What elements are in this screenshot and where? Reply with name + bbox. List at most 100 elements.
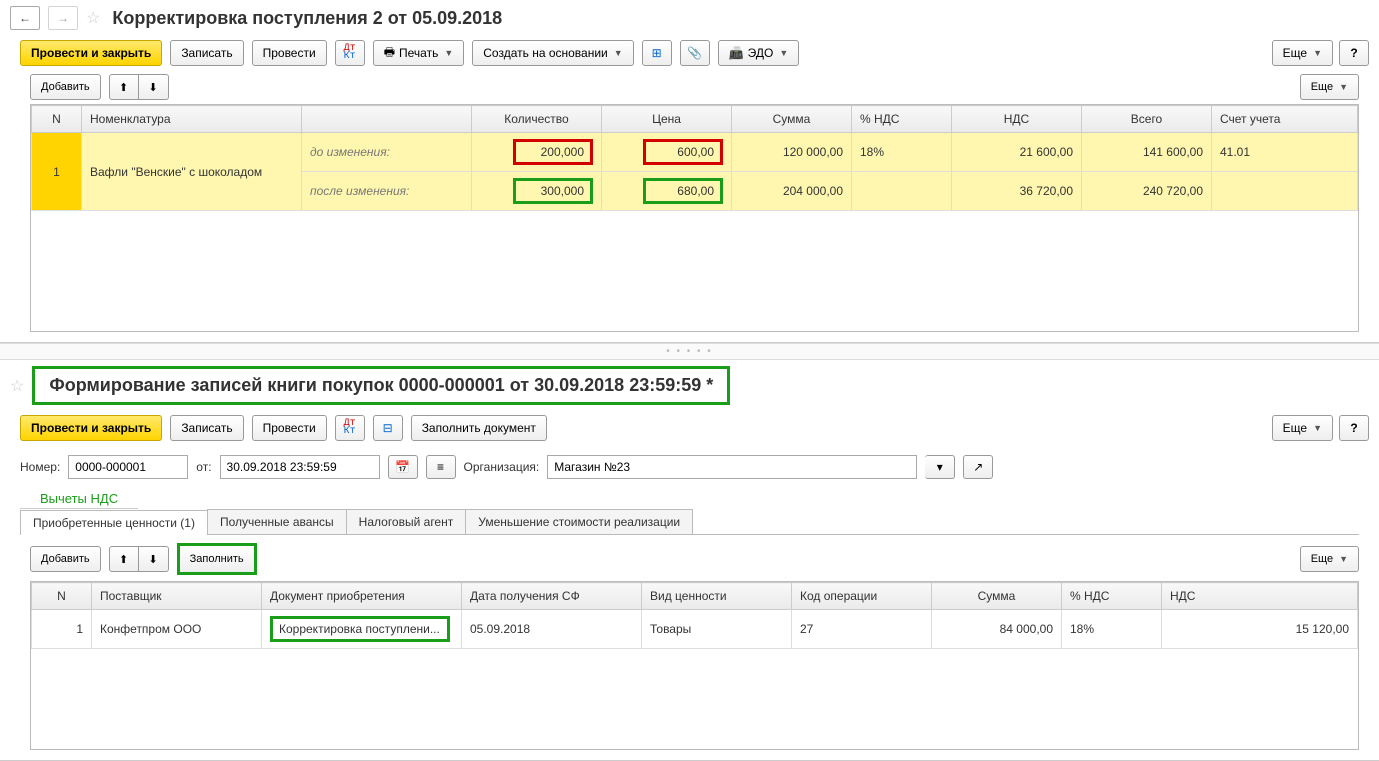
add-row-button[interactable]: Добавить (30, 74, 101, 100)
dtkt-button[interactable]: ДтКт (335, 415, 365, 441)
col-vat[interactable]: НДС (952, 106, 1082, 133)
move-down-button[interactable]: ⬇ (139, 74, 169, 100)
col-label (302, 106, 472, 133)
col-price[interactable]: Цена (602, 106, 732, 133)
col-nomen[interactable]: Номенклатура (82, 106, 302, 133)
col-account[interactable]: Счет учета (1212, 106, 1358, 133)
tab-advances[interactable]: Полученные авансы (207, 509, 347, 534)
nav-back-button[interactable]: ← (10, 6, 40, 30)
org-label: Организация: (464, 460, 540, 474)
cell-vatpct: 18% (1062, 610, 1162, 649)
main-toolbar: Провести и закрыть Записать Провести ДтК… (0, 411, 1379, 449)
more-button[interactable]: Еще ▼ (1272, 415, 1333, 441)
col-sum[interactable]: Сумма (932, 583, 1062, 610)
title-bar: ☆ Формирование записей книги покупок 000… (0, 360, 1379, 411)
more-button[interactable]: Еще ▼ (1272, 40, 1333, 66)
tab-acquired[interactable]: Приобретенные ценности (1) (20, 510, 208, 535)
calendar-button[interactable] (388, 455, 418, 479)
col-supplier[interactable]: Поставщик (92, 583, 262, 610)
print-label: Печать (399, 46, 438, 60)
tabs: Приобретенные ценности (1) Полученные ав… (20, 509, 1359, 535)
tab-decrease[interactable]: Уменьшение стоимости реализации (465, 509, 693, 534)
chevron-down-icon: ▼ (1339, 554, 1348, 564)
table-more-button[interactable]: Еще ▼ (1300, 74, 1359, 100)
document-title: Корректировка поступления 2 от 05.09.201… (112, 8, 502, 29)
date-label: от: (196, 460, 211, 474)
help-button[interactable]: ? (1339, 40, 1369, 66)
print-button[interactable]: Печать ▼ (373, 40, 465, 66)
top-document: ← → ☆ Корректировка поступления 2 от 05.… (0, 0, 1379, 343)
number-field[interactable] (68, 455, 188, 479)
more-label: Еще (1283, 46, 1307, 60)
fill-button[interactable]: Заполнить (180, 546, 254, 572)
cell-before-sum: 120 000,00 (732, 133, 852, 172)
col-qty[interactable]: Количество (472, 106, 602, 133)
col-sfdate[interactable]: Дата получения СФ (462, 583, 642, 610)
dtkt-button[interactable]: ДтКт (335, 40, 365, 66)
col-sum[interactable]: Сумма (732, 106, 852, 133)
col-doc[interactable]: Документ приобретения (262, 583, 462, 610)
items-table: N Номенклатура Количество Цена Сумма % Н… (30, 104, 1359, 332)
col-vatpct[interactable]: % НДС (852, 106, 952, 133)
favorite-star-icon[interactable]: ☆ (10, 376, 24, 396)
col-total[interactable]: Всего (1082, 106, 1212, 133)
cell-before-label: до изменения: (302, 133, 472, 172)
cell-before-total: 141 600,00 (1082, 133, 1212, 172)
cell-after-vat: 36 720,00 (952, 172, 1082, 211)
printer-icon (384, 43, 395, 64)
edo-icon (729, 46, 744, 60)
table-more-label: Еще (1311, 81, 1333, 93)
org-open-button[interactable]: ↗ (963, 455, 993, 479)
dtkt-icon: ДтКт (344, 420, 356, 436)
move-down-button[interactable]: ⬇ (139, 546, 169, 572)
table-row[interactable]: 1 Вафли "Венские" с шоколадом до изменен… (32, 133, 1358, 172)
nav-forward-button[interactable]: → (48, 6, 78, 30)
help-button[interactable]: ? (1339, 415, 1369, 441)
col-n[interactable]: N (32, 106, 82, 133)
table-toolbar: Добавить ⬆ ⬇ Еще ▼ (0, 74, 1379, 104)
cell-after-sum: 204 000,00 (732, 172, 852, 211)
chevron-down-icon: ▼ (1339, 82, 1348, 92)
cell-before-price: 600,00 (602, 133, 732, 172)
table-row[interactable]: 1 Конфетпром ООО Корректировка поступлен… (32, 610, 1358, 649)
post-and-close-button[interactable]: Провести и закрыть (20, 415, 162, 441)
move-up-button[interactable]: ⬆ (109, 74, 139, 100)
table-toolbar: Добавить ⬆ ⬇ Заполнить Еще ▼ (0, 535, 1379, 581)
add-row-button[interactable]: Добавить (30, 546, 101, 572)
cell-after-total: 240 720,00 (1082, 172, 1212, 211)
save-button[interactable]: Записать (170, 40, 243, 66)
create-based-button[interactable]: Создать на основании ▼ (472, 40, 633, 66)
splitter-handle[interactable]: • • • • • (0, 343, 1379, 360)
post-and-close-button[interactable]: Провести и закрыть (20, 40, 162, 66)
attach-button[interactable] (680, 40, 710, 66)
tab-tax-agent[interactable]: Налоговый агент (346, 509, 467, 534)
cell-n: 1 (32, 610, 92, 649)
bottom-document: ☆ Формирование записей книги покупок 000… (0, 360, 1379, 761)
move-up-button[interactable]: ⬆ (109, 546, 139, 572)
dtkt-icon: ДтКт (344, 45, 356, 61)
col-vatpct[interactable]: % НДС (1062, 583, 1162, 610)
fill-document-button[interactable]: Заполнить документ (411, 415, 547, 441)
col-vat[interactable]: НДС (1162, 583, 1358, 610)
col-opcode[interactable]: Код операции (792, 583, 932, 610)
chevron-down-icon: ▼ (614, 48, 623, 58)
post-button[interactable]: Провести (252, 40, 327, 66)
table-more-label: Еще (1311, 553, 1333, 565)
cell-n: 1 (32, 133, 82, 211)
date-field[interactable] (220, 455, 380, 479)
list-button[interactable] (426, 455, 456, 479)
col-n[interactable]: N (32, 583, 92, 610)
edo-button[interactable]: ЭДО ▼ (718, 40, 800, 66)
org-field[interactable] (547, 455, 917, 479)
save-button[interactable]: Записать (170, 415, 243, 441)
chevron-down-icon: ▼ (1313, 48, 1322, 58)
update-button[interactable] (373, 415, 403, 441)
structure-button[interactable] (642, 40, 672, 66)
org-select-button[interactable]: ▾ (925, 455, 955, 479)
favorite-star-icon[interactable]: ☆ (86, 8, 100, 28)
cell-opcode: 27 (792, 610, 932, 649)
post-button[interactable]: Провести (252, 415, 327, 441)
calendar-icon (395, 460, 410, 474)
table-more-button[interactable]: Еще ▼ (1300, 546, 1359, 572)
col-kind[interactable]: Вид ценности (642, 583, 792, 610)
